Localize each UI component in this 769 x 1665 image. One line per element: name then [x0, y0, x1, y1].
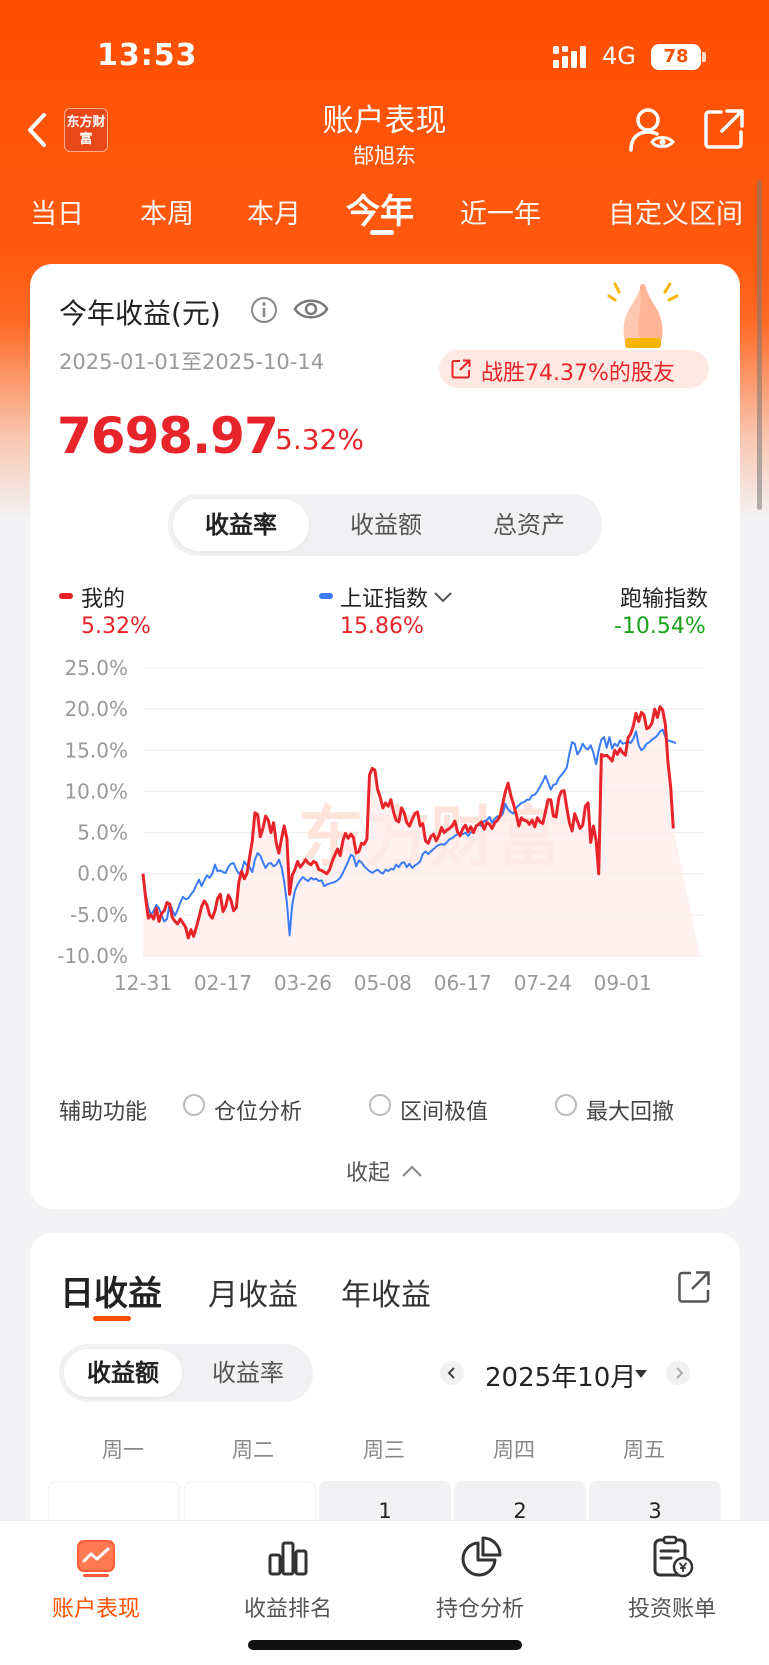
y-tick-label: -5.0%: [70, 903, 128, 927]
max-drawdown-radio[interactable]: [555, 1094, 577, 1116]
range-extreme-radio[interactable]: [369, 1094, 391, 1116]
tab-daily[interactable]: 日收益: [60, 1266, 162, 1315]
share-icon[interactable]: [703, 108, 745, 150]
profit-rate: 5.32%: [275, 423, 364, 456]
nav-label-bill: 投资账单: [627, 1597, 716, 1622]
x-tick-label: 05-08: [354, 971, 412, 995]
chevron-up-icon: [402, 1165, 422, 1177]
seg-daily-amount[interactable]: 收益额: [64, 1349, 182, 1397]
index-legend-swatch: [319, 593, 333, 599]
daily-tab-indicator: [93, 1316, 131, 1321]
y-tick-label: -10.0%: [57, 944, 128, 968]
index-legend-value: 15.86%: [340, 614, 424, 639]
status-time: 13:53: [97, 38, 198, 73]
collapse-button[interactable]: 收起: [346, 1155, 423, 1187]
y-tick-label: 0.0%: [77, 862, 128, 886]
mine-legend-value: 5.32%: [81, 614, 151, 639]
y-tick-label: 25.0%: [64, 656, 128, 680]
seg-daily-rate[interactable]: 收益率: [189, 1349, 307, 1397]
status-bar: 13:53 4G 78: [0, 38, 769, 78]
battery-nub: [702, 52, 706, 62]
x-tick-label: 09-01: [594, 971, 652, 995]
calendar-day-empty-2: [184, 1481, 316, 1521]
nav-label-holdings: 持仓分析: [435, 1597, 524, 1622]
bar-chart-icon: [268, 1541, 308, 1576]
nav-label-ranking: 收益排名: [243, 1597, 332, 1622]
y-tick-label: 5.0%: [77, 821, 128, 845]
calendar-day-1[interactable]: 1: [319, 1481, 451, 1523]
calendar-day-3[interactable]: 3: [589, 1481, 721, 1523]
x-tick-label: 03-26: [274, 971, 332, 995]
x-tick-label: 02-17: [194, 971, 252, 995]
network-label: 4G: [602, 42, 636, 70]
tab-monthly[interactable]: 月收益: [208, 1270, 298, 1314]
pie-chart-icon: [461, 1536, 502, 1577]
prev-month-button[interactable]: [440, 1361, 464, 1385]
beat-badge-text: 战胜74.37%的股友: [481, 361, 675, 386]
bill-icon: [653, 1535, 694, 1578]
signal-icon: [553, 46, 586, 68]
next-month-button[interactable]: [666, 1361, 690, 1385]
eye-icon[interactable]: [293, 295, 329, 323]
calendar-day-empty-1: [48, 1481, 180, 1521]
scroll-indicator[interactable]: [757, 180, 762, 510]
nav-label-performance: 账户表现: [51, 1597, 140, 1622]
performance-icon: [77, 1540, 115, 1577]
tab-today[interactable]: 当日: [30, 192, 84, 231]
period-tabs: 当日 本周 本月 今年 近一年 自定义区间: [0, 186, 769, 236]
x-tick-label: 12-31: [114, 971, 172, 995]
applause-icon: [607, 282, 679, 348]
y-tick-label: 15.0%: [64, 738, 128, 762]
weekday-wed: 周三: [363, 1438, 405, 1462]
daily-segmented-control: 收益额 收益率: [59, 1344, 313, 1402]
beat-badge[interactable]: 战胜74.37%的股友: [439, 350, 709, 388]
chevron-right-icon: [676, 1367, 684, 1379]
y-tick-label: 20.0%: [64, 697, 128, 721]
info-icon[interactable]: [250, 296, 278, 324]
chevron-down-icon[interactable]: [433, 590, 453, 604]
x-tick-label: 06-17: [434, 971, 492, 995]
tab-week[interactable]: 本周: [140, 192, 194, 231]
diff-value: -10.54%: [614, 614, 706, 639]
tab-year[interactable]: 今年: [346, 184, 414, 233]
home-indicator: [248, 1640, 522, 1650]
seg-rate[interactable]: 收益率: [173, 499, 309, 551]
mine-legend-swatch: [59, 593, 73, 599]
return-chart[interactable]: 25.0%20.0%15.0%10.0%5.0%0.0%-5.0%-10.0%东…: [0, 650, 769, 1070]
battery-icon: 78: [651, 44, 701, 70]
date-range: 2025-01-01至2025-10-14: [59, 350, 325, 374]
weekday-tue: 周二: [232, 1438, 274, 1462]
mine-legend-label: 我的: [81, 587, 126, 612]
weekday-thu: 周四: [493, 1438, 535, 1462]
total-profit: 7698.97: [57, 407, 279, 465]
active-tab-indicator: [370, 230, 394, 235]
seg-total-assets[interactable]: 总资产: [461, 499, 597, 551]
position-analysis-label[interactable]: 仓位分析: [214, 1094, 302, 1126]
weekday-fri: 周五: [623, 1438, 665, 1462]
user-view-icon[interactable]: [628, 106, 676, 154]
month-selector[interactable]: 2025年10月: [485, 1357, 636, 1394]
tab-custom-range[interactable]: 自定义区间: [608, 192, 743, 231]
caret-down-icon[interactable]: [634, 1369, 648, 1379]
collapse-label: 收起: [346, 1161, 391, 1186]
tab-yearly[interactable]: 年收益: [341, 1270, 431, 1314]
diff-label: 跑输指数: [620, 587, 709, 612]
tab-last-year[interactable]: 近一年: [460, 192, 541, 231]
summary-title: 今年收益(元): [59, 297, 221, 330]
position-analysis-radio[interactable]: [183, 1094, 205, 1116]
seg-amount[interactable]: 收益额: [318, 499, 454, 551]
index-legend-label[interactable]: 上证指数: [340, 581, 428, 613]
x-tick-label: 07-24: [514, 971, 572, 995]
weekday-mon: 周一: [102, 1438, 144, 1462]
tab-month[interactable]: 本月: [247, 192, 301, 231]
calendar-day-2[interactable]: 2: [454, 1481, 586, 1523]
max-drawdown-label[interactable]: 最大回撤: [586, 1094, 674, 1126]
aux-label: 辅助功能: [59, 1100, 148, 1125]
range-extreme-label[interactable]: 区间极值: [400, 1094, 488, 1126]
y-tick-label: 10.0%: [64, 779, 128, 803]
share-small-icon: [451, 359, 471, 379]
chevron-left-icon: [447, 1367, 455, 1379]
share-icon-2[interactable]: [677, 1270, 711, 1304]
metric-segmented-control: 收益率 收益额 总资产: [168, 494, 602, 556]
